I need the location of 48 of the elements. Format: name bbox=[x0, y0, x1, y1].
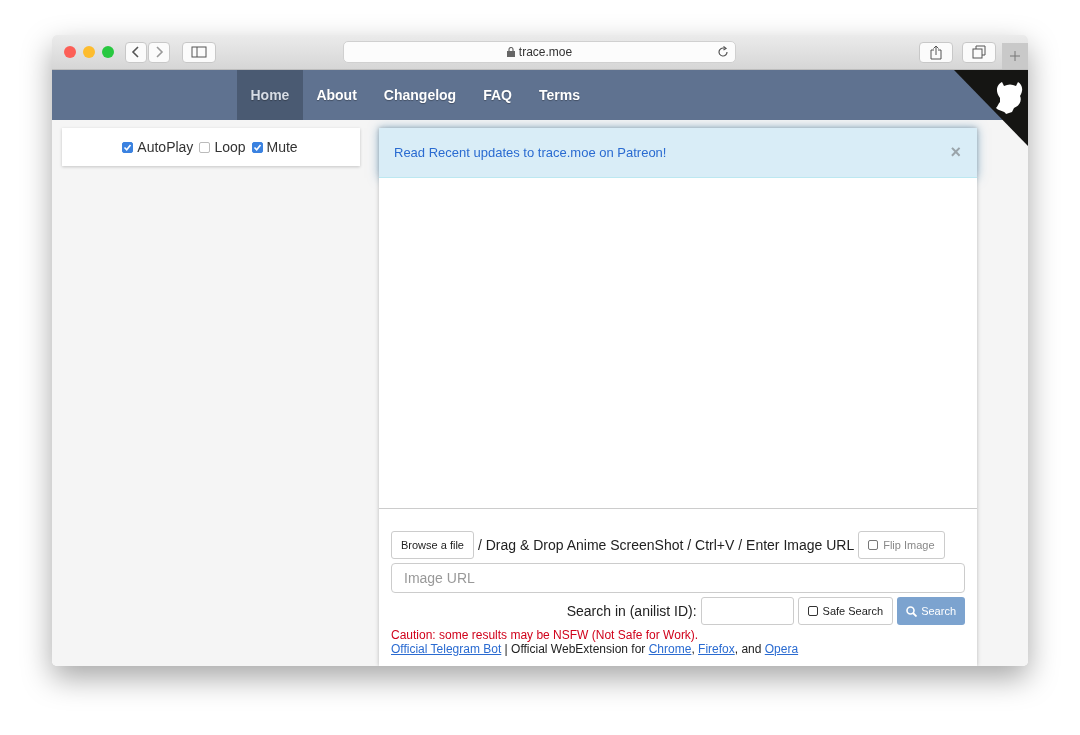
footer-text: , bbox=[691, 642, 696, 656]
nav-link[interactable]: FAQ bbox=[469, 70, 526, 120]
anilist-label: Search in (anilist ID): bbox=[566, 603, 697, 619]
nav-link[interactable]: Changelog bbox=[370, 70, 470, 120]
minimize-window-icon[interactable] bbox=[83, 46, 95, 58]
browse-file-button[interactable]: Browse a file bbox=[391, 531, 474, 559]
checkbox[interactable] bbox=[199, 141, 211, 153]
close-window-icon[interactable] bbox=[64, 46, 76, 58]
patreon-link[interactable]: Read Recent updates to trace.moe on Patreon! bbox=[394, 145, 667, 160]
nav-link[interactable]: About bbox=[302, 70, 371, 120]
tabs-button[interactable] bbox=[962, 41, 996, 63]
sidebar-icon bbox=[191, 46, 207, 58]
option-label[interactable]: AutoPlay bbox=[137, 139, 194, 155]
address-bar[interactable]: trace.moe bbox=[343, 41, 736, 63]
checkbox[interactable] bbox=[251, 141, 263, 153]
plus-icon bbox=[1010, 51, 1020, 61]
link[interactable]: Firefox bbox=[698, 642, 735, 656]
back-icon bbox=[131, 45, 141, 59]
forward-button[interactable] bbox=[148, 41, 170, 63]
link[interactable]: Opera bbox=[764, 642, 799, 656]
zoom-window-icon[interactable] bbox=[102, 46, 114, 58]
image-url-field[interactable]: Image URL bbox=[391, 563, 965, 593]
nsfw-warning: Caution: some results may be NSFW (Not Safe for Work). bbox=[391, 628, 700, 642]
back-button[interactable] bbox=[125, 41, 147, 63]
footer-text: , and bbox=[734, 642, 763, 656]
footer-text: | Official WebExtension for bbox=[503, 642, 647, 656]
checkbox[interactable] bbox=[122, 141, 134, 153]
new-tab-button[interactable] bbox=[1002, 43, 1028, 69]
safe-search-toggle[interactable]: Safe Search bbox=[797, 597, 894, 625]
checkbox[interactable] bbox=[868, 540, 879, 550]
tabs-icon bbox=[972, 45, 986, 59]
option-label[interactable]: Loop bbox=[214, 139, 246, 155]
sidebar-button[interactable] bbox=[182, 41, 216, 63]
reload-icon[interactable] bbox=[717, 46, 729, 58]
search-icon bbox=[906, 605, 918, 617]
checkbox[interactable] bbox=[807, 606, 818, 616]
flip-image-toggle[interactable]: Flip Image bbox=[858, 531, 945, 559]
share-icon bbox=[930, 44, 942, 60]
lock-icon bbox=[506, 47, 515, 57]
instructions-text: / Drag & Drop Anime ScreenShot / Ctrl+V / Enter Image URL bbox=[478, 537, 855, 553]
forward-icon bbox=[154, 45, 164, 59]
nav-link[interactable]: Terms bbox=[525, 70, 594, 120]
share-button[interactable] bbox=[919, 41, 953, 63]
anilist-id-field[interactable] bbox=[700, 597, 794, 625]
option-label[interactable]: Mute bbox=[266, 139, 298, 155]
nav-link[interactable]: Home bbox=[237, 70, 303, 120]
address-text: trace.moe bbox=[518, 45, 573, 59]
link[interactable]: Official Telegram Bot bbox=[391, 642, 502, 656]
